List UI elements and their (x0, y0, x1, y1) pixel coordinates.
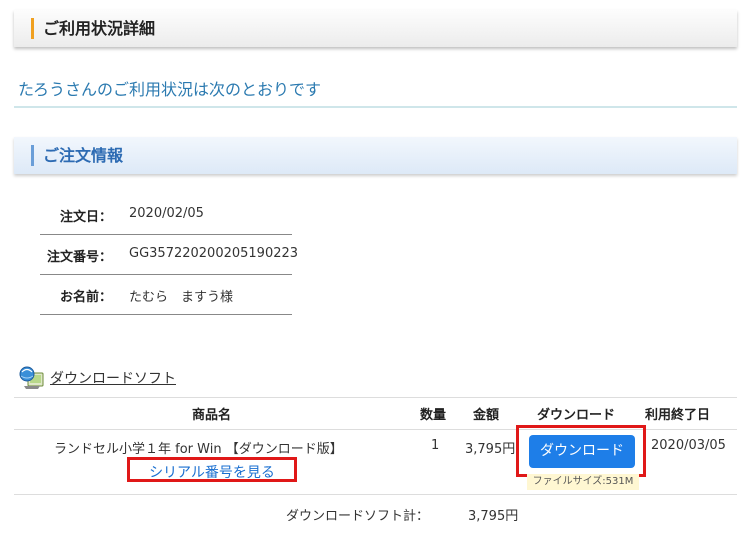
column-header-quantity: 数量 (420, 408, 447, 423)
intro-text: たろうさんのご利用状況は次のとおりです (18, 80, 322, 99)
download-software-link[interactable]: ダウンロードソフト (50, 368, 176, 388)
order-date-value: 2020/02/05 (129, 206, 204, 221)
serial-number-link[interactable]: シリアル番号を見る (130, 462, 294, 482)
order-date-row: 注文日： 2020/02/05 (40, 195, 292, 235)
product-name: ランドセル小学１年 for Win 【ダウンロード版】 (54, 442, 343, 457)
product-price: 3,795円 (465, 442, 516, 457)
order-number-label: 注文番号： (46, 250, 112, 265)
intro-divider (14, 106, 737, 108)
download-total-label: ダウンロードソフト計： (286, 509, 430, 524)
order-info-header: ご注文情報 (14, 137, 737, 174)
column-header-download: ダウンロード (537, 408, 616, 423)
table-row-divider (14, 494, 737, 495)
download-button[interactable]: ダウンロード (529, 435, 635, 468)
column-header-price: 金額 (473, 408, 500, 423)
column-header-product-name: 商品名 (192, 408, 232, 423)
order-date-label: 注文日： (59, 210, 112, 225)
section-header-accent-bar (31, 18, 34, 39)
product-quantity: 1 (431, 438, 440, 453)
section-header-usage-detail: ご利用状況詳細 (14, 10, 737, 47)
table-top-border (14, 397, 737, 398)
customer-name-value: たむら ますう様 (129, 290, 234, 305)
serial-number-link-highlight[interactable]: シリアル番号を見る (127, 457, 297, 482)
customer-name-row: お名前： たむら ますう様 (40, 275, 292, 315)
order-number-row: 注文番号： GG357220200205190223 (40, 235, 298, 275)
download-software-icon (19, 366, 44, 389)
order-header-accent-bar (31, 145, 34, 166)
column-header-end-date: 利用終了日 (645, 408, 711, 423)
order-info-title: ご注文情報 (43, 146, 124, 165)
order-number-value: GG357220200205190223 (129, 246, 299, 261)
download-total-value: 3,795円 (468, 509, 519, 524)
customer-name-label: お名前： (59, 290, 112, 305)
end-date-value: 2020/03/05 (651, 438, 726, 453)
section-title: ご利用状況詳細 (43, 19, 156, 38)
file-size-label: ファイルサイズ:531M (527, 474, 639, 490)
